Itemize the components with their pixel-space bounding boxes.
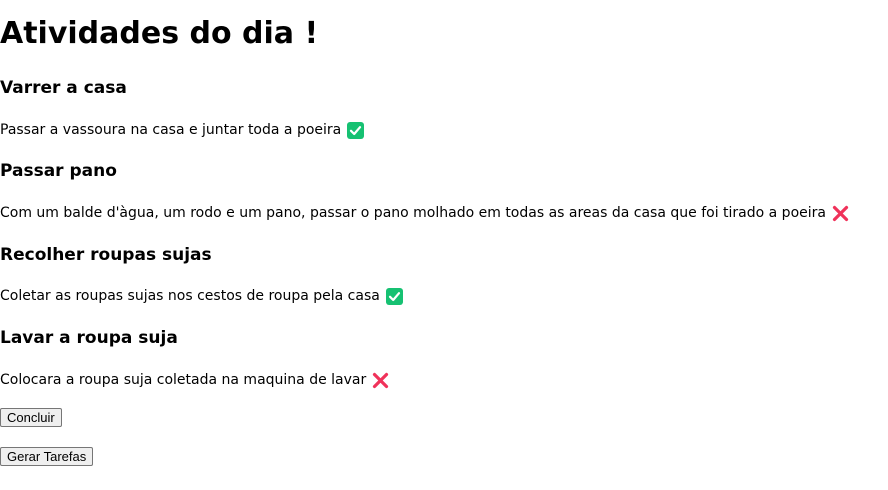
conclude-button[interactable]: Concluir [0,408,62,427]
task-title-varrer-a-casa: Varrer a casa [0,78,127,98]
page-title: Atividades do dia ! [0,16,319,51]
task-description-text: Com um balde d'àgua, um rodo e um pano, … [0,205,826,221]
task-title-lavar-a-roupa-suja: Lavar a roupa suja [0,328,178,348]
task-description-text: Passar a vassoura na casa e juntar toda … [0,122,342,138]
task-description-passar-pano: Com um balde d'àgua, um rodo e um pano, … [0,203,849,223]
task-description-varrer-a-casa: Passar a vassoura na casa e juntar toda … [0,120,365,140]
check-mark-icon [385,287,403,305]
cross-mark-icon [832,205,849,222]
task-description-text: Coletar as roupas sujas nos cestos de ro… [0,288,380,304]
task-title-passar-pano: Passar pano [0,161,117,181]
check-mark-icon [347,121,365,139]
cross-mark-icon [372,372,389,389]
task-description-lavar-a-roupa-suja: Colocara a roupa suja coletada na maquin… [0,370,389,390]
task-description-text: Colocara a roupa suja coletada na maquin… [0,372,367,388]
generate-tasks-button[interactable]: Gerar Tarefas [0,447,94,466]
task-description-recolher-roupas-sujas: Coletar as roupas sujas nos cestos de ro… [0,286,403,306]
task-title-recolher-roupas-sujas: Recolher roupas sujas [0,245,212,265]
